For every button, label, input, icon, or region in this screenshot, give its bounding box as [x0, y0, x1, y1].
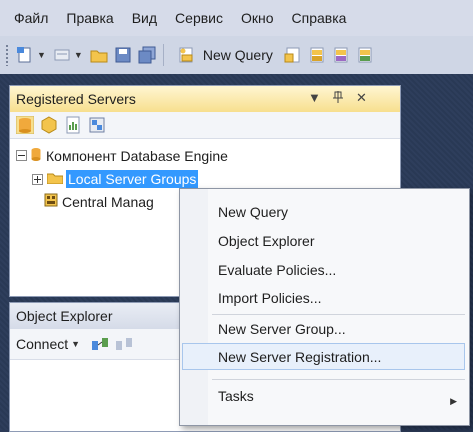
menu-window[interactable]: Окно	[232, 10, 283, 26]
new-project-icon[interactable]	[16, 46, 34, 64]
add-item-dropdown-icon[interactable]: ▼	[74, 50, 83, 60]
central-management-server-icon	[44, 193, 58, 210]
connect-object-explorer-icon[interactable]	[91, 335, 109, 353]
new-query-label: New Query	[202, 47, 273, 63]
tree-node-central-management[interactable]: Central Manag	[44, 193, 154, 210]
menu-item-new-query[interactable]: New Query	[218, 204, 288, 220]
analysis-services-mdx-query-icon[interactable]	[308, 46, 326, 64]
menu-item-import-policies[interactable]: Import Policies...	[218, 290, 321, 306]
server-type-toolbar	[10, 112, 400, 139]
menu-item-new-server-group[interactable]: New Server Group...	[218, 321, 346, 337]
registered-servers-title: Registered Servers	[16, 91, 136, 107]
save-all-icon[interactable]	[138, 46, 156, 64]
new-project-dropdown-icon[interactable]: ▼	[37, 50, 46, 60]
standard-toolbar: ▼ ▼ New Query	[0, 36, 473, 75]
disconnect-icon[interactable]	[115, 335, 133, 353]
expand-icon[interactable]	[32, 173, 43, 185]
tree-node-local-server-groups[interactable]: Local Server Groups	[32, 170, 199, 188]
menu-file[interactable]: Файл	[0, 10, 57, 26]
menu-tools[interactable]: Сервис	[166, 10, 232, 26]
tree-node-label-selected: Local Server Groups	[66, 170, 199, 188]
analysis-services-dmx-query-icon[interactable]	[332, 46, 350, 64]
object-explorer-title: Object Explorer	[16, 308, 113, 324]
menu-item-tasks[interactable]: Tasks	[218, 388, 254, 404]
menu-help[interactable]: Справка	[283, 10, 356, 26]
save-icon[interactable]	[114, 46, 132, 64]
menu-separator	[212, 314, 465, 315]
toolbar-separator	[162, 44, 164, 66]
menu-view[interactable]: Вид	[123, 10, 166, 26]
database-engine-query-icon[interactable]	[284, 46, 302, 64]
menu-item-evaluate-policies[interactable]: Evaluate Policies...	[218, 262, 336, 278]
close-panel-icon[interactable]: ✕	[356, 90, 367, 106]
menu-bar: Файл Правка Вид Сервис Окно Справка	[0, 0, 473, 36]
menu-item-new-server-registration[interactable]: New Server Registration...	[218, 349, 381, 365]
submenu-arrow-icon: ▶	[450, 396, 457, 406]
auto-hide-pin-icon[interactable]	[332, 90, 344, 107]
open-folder-icon[interactable]	[90, 46, 108, 64]
context-menu-icon-gutter	[180, 189, 208, 425]
new-query-button[interactable]: New Query	[174, 46, 273, 64]
tree-node-label: Central Manag	[62, 193, 154, 210]
connect-button[interactable]: Connect	[16, 336, 68, 352]
menu-item-object-explorer[interactable]: Object Explorer	[218, 233, 314, 249]
new-query-icon	[177, 46, 195, 64]
analysis-services-xmla-query-icon[interactable]	[356, 46, 374, 64]
add-item-icon[interactable]	[53, 46, 71, 64]
analysis-services-icon[interactable]	[40, 116, 58, 134]
tree-node-database-engine[interactable]: Компонент Database Engine	[16, 147, 228, 164]
registered-servers-titlebar: Registered Servers ▼ ✕	[10, 86, 400, 112]
folder-icon	[46, 171, 64, 187]
menu-separator	[212, 379, 465, 380]
window-position-dropdown-icon[interactable]: ▼	[308, 90, 321, 105]
context-menu: New Query Object Explorer Evaluate Polic…	[179, 188, 470, 426]
connect-dropdown-icon[interactable]: ▼	[71, 339, 80, 349]
database-engine-icon[interactable]	[15, 115, 35, 135]
integration-services-icon[interactable]	[88, 116, 106, 134]
database-engine-node-icon	[31, 147, 41, 164]
reporting-services-icon[interactable]	[64, 116, 82, 134]
tree-node-label: Компонент Database Engine	[46, 147, 228, 164]
menu-edit[interactable]: Правка	[57, 10, 122, 26]
collapse-icon[interactable]	[16, 150, 27, 161]
toolbar-grip[interactable]	[5, 44, 9, 66]
